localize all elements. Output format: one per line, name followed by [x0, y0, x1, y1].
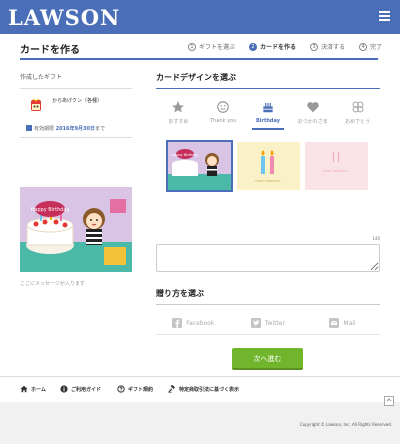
card-option-text: HAPPY BIRTHDAY: [255, 179, 281, 183]
card-design-options: Happy Birthday HAPPY BIRTHDAY HAPPY BIRT…: [166, 140, 368, 192]
message-input[interactable]: [156, 244, 380, 272]
design-section-title: カードデザインを選ぶ: [156, 73, 236, 82]
step-label: 決済する: [321, 44, 346, 51]
mail-icon: [329, 318, 340, 328]
message-char-counter: 140: [372, 236, 380, 241]
question-icon: [117, 385, 125, 393]
card-option-1[interactable]: Happy Birthday: [166, 140, 233, 192]
twitter-icon: [250, 318, 261, 328]
preview-card-text: Happy Birthday: [31, 207, 70, 213]
gavel-icon: [168, 385, 175, 393]
app-header: LAWSON: [0, 0, 400, 34]
clover-icon: [352, 101, 363, 113]
card-option-3[interactable]: HAPPY BIRTHDAY: [305, 142, 368, 190]
heart-icon: [307, 102, 319, 113]
tab-recommended[interactable]: おすすめ: [156, 96, 201, 130]
footer-link-home[interactable]: ホーム: [20, 385, 46, 393]
copyright: Copyright © Lawson, Inc. All Rights Rese…: [299, 422, 392, 427]
info-icon: [60, 385, 68, 393]
send-twitter-button[interactable]: Twitter: [231, 318, 306, 328]
facebook-icon: [172, 318, 183, 328]
card-preview: Happy Birthday: [20, 187, 132, 272]
preview-message-caption: ここにメッセージが入ります: [20, 281, 85, 287]
footer-link-commerce-law[interactable]: 特定商取引法に基づく表示: [168, 385, 239, 393]
title-divider: [20, 58, 378, 60]
send-methods-divider: [156, 334, 380, 335]
card-option-text: Happy Birthday: [171, 153, 198, 157]
next-button[interactable]: 次へ進む: [232, 348, 303, 370]
step-3: 3 決済する: [310, 42, 345, 51]
gift-item: からあげクン（各種） 有効期限 2016年9月30日まで: [20, 88, 132, 138]
send-mail-button[interactable]: Mail: [305, 318, 380, 328]
tab-birthday[interactable]: Birthday: [246, 96, 291, 130]
step-label: 完了: [370, 44, 383, 51]
tab-otsukaresama[interactable]: おつかれさま: [290, 96, 335, 130]
card-option-text: HAPPY BIRTHDAY: [323, 169, 349, 173]
karaage-kun-thumbnail: [31, 98, 41, 111]
calendar-icon: [26, 125, 32, 131]
chevron-up-icon: [386, 398, 392, 402]
step-2-current: 2 カードを作る: [249, 42, 296, 51]
smile-icon: [217, 101, 230, 113]
progress-steps: 1 ギフトを選ぶ 2 カードを作る 3 決済する 4 完了: [188, 42, 396, 51]
scroll-to-top-button[interactable]: [384, 396, 394, 406]
footer-link-guide[interactable]: ご利用ガイド: [60, 385, 101, 393]
card-design-panel: カードデザインを選ぶ おすすめ Thank you Birthday おつかれさ…: [156, 72, 380, 370]
design-category-tabs: おすすめ Thank you Birthday おつかれさま おめでとう: [156, 96, 380, 130]
tab-thank-you[interactable]: Thank you: [201, 96, 246, 130]
tab-omedetou[interactable]: おめでとう: [335, 96, 380, 130]
gift-section-label: 作成したギフト: [20, 74, 63, 81]
cake-icon: [263, 102, 273, 113]
gift-expiry: 有効期限 2016年9月30日まで: [26, 125, 105, 132]
step-label: カードを作る: [260, 44, 297, 51]
step-label: ギフトを選ぶ: [199, 44, 236, 51]
star-icon: [172, 101, 185, 113]
send-title-divider: [156, 304, 380, 305]
footer-link-terms[interactable]: ギフト規約: [117, 385, 153, 393]
send-methods: Facebook Twitter Mail: [156, 318, 380, 328]
footer-nav: ホーム ご利用ガイド ギフト規約 特定商取引法に基づく表示: [0, 376, 400, 402]
card-option-2[interactable]: HAPPY BIRTHDAY: [236, 142, 300, 190]
home-icon: [20, 385, 28, 393]
main-content: カードを作る 1 ギフトを選ぶ 2 カードを作る 3 決済する 4 完了 作成したギフト…: [0, 34, 400, 402]
page-title: カードを作る: [20, 45, 80, 56]
send-facebook-button[interactable]: Facebook: [156, 318, 231, 328]
step-1: 1 ギフトを選ぶ: [188, 42, 235, 51]
hamburger-menu-icon[interactable]: [379, 11, 390, 22]
send-section-title: 贈り方を選ぶ: [156, 289, 204, 298]
design-title-divider: [156, 88, 380, 89]
gift-name: からあげクン（各種）: [52, 98, 103, 104]
lawson-logo[interactable]: LAWSON: [8, 5, 120, 30]
gift-summary: 作成したギフト からあげクン（各種） 有効期限 2016年9月30日まで: [20, 72, 132, 138]
step-4: 4 完了: [359, 42, 382, 51]
